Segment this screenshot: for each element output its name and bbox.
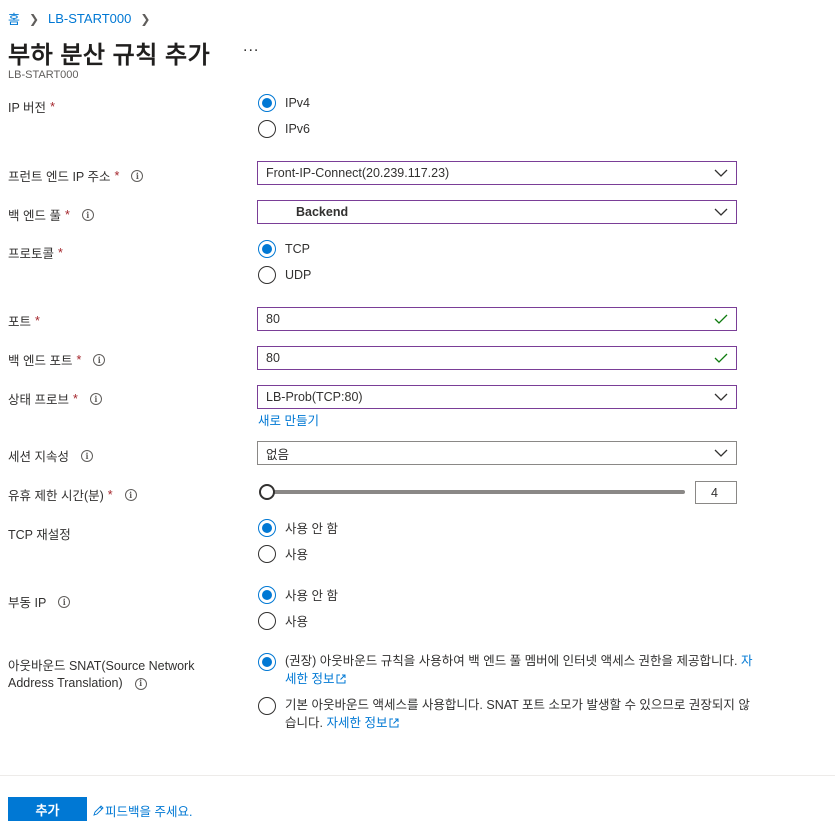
- backend-port-input[interactable]: 80: [257, 346, 737, 370]
- idle-timeout-label: 유휴 제한 시간(분) * i: [8, 485, 137, 504]
- outbound-snat-default-radio[interactable]: 기본 아웃바운드 액세스를 사용합니다. SNAT 포트 소모가 발생할 수 있…: [258, 696, 757, 732]
- radio-unselected-icon: [258, 544, 276, 563]
- session-persistence-label: 세션 지속성 i: [8, 446, 93, 465]
- protocol-udp-radio[interactable]: UDP: [258, 266, 311, 284]
- radio-unselected-icon: [258, 611, 276, 630]
- radio-unselected-icon: [258, 120, 276, 138]
- radio-selected-icon: [258, 585, 276, 604]
- slider-track: [263, 490, 685, 494]
- chevron-right-icon: ❯: [28, 11, 40, 26]
- chevron-down-icon: [714, 449, 728, 457]
- outbound-snat-label: 아웃바운드 SNAT(Source Network Address Transl…: [8, 659, 195, 690]
- radio-selected-icon: [258, 94, 276, 112]
- info-icon[interactable]: i: [93, 353, 106, 366]
- outbound-snat-recommended-radio[interactable]: (권장) 아웃바운드 규칙을 사용하여 백 엔드 풀 멤버에 인터넷 액세스 권…: [258, 652, 757, 688]
- info-icon[interactable]: i: [131, 169, 144, 182]
- breadcrumb-resource[interactable]: LB-START000: [48, 11, 131, 26]
- add-button[interactable]: 추가: [8, 797, 87, 821]
- radio-unselected-icon: [258, 697, 276, 715]
- slider-thumb[interactable]: [259, 484, 275, 500]
- frontend-ip-dropdown[interactable]: Front-IP-Connect(20.239.117.23): [257, 161, 737, 185]
- radio-unselected-icon: [258, 266, 276, 284]
- floating-ip-disabled-radio[interactable]: 사용 안 함: [258, 585, 338, 604]
- info-icon[interactable]: i: [124, 488, 137, 501]
- more-options-button[interactable]: ...: [243, 38, 259, 56]
- idle-timeout-input[interactable]: 4: [695, 481, 737, 504]
- info-icon[interactable]: i: [80, 449, 93, 462]
- info-icon[interactable]: i: [134, 677, 147, 690]
- info-icon[interactable]: i: [58, 595, 71, 608]
- radio-selected-icon: [258, 518, 276, 537]
- info-icon[interactable]: i: [89, 392, 102, 405]
- feedback-link[interactable]: 피드백을 주세요.: [92, 801, 192, 820]
- backend-port-label: 백 엔드 포트 * i: [8, 350, 106, 369]
- tcp-reset-disabled-radio[interactable]: 사용 안 함: [258, 518, 338, 537]
- info-icon[interactable]: i: [81, 208, 94, 221]
- protocol-label: 프로토콜 *: [8, 245, 63, 262]
- ip-version-label: IP 버전 *: [8, 99, 55, 116]
- chevron-down-icon: [714, 169, 728, 177]
- tcp-reset-enabled-radio[interactable]: 사용: [258, 544, 308, 563]
- floating-ip-label: 부동 IP i: [8, 592, 71, 611]
- idle-timeout-slider[interactable]: [259, 484, 685, 500]
- ip-version-ipv4-radio[interactable]: IPv4: [258, 94, 310, 112]
- checkmark-icon: [714, 314, 728, 324]
- floating-ip-enabled-radio[interactable]: 사용: [258, 611, 308, 630]
- session-persistence-dropdown[interactable]: 없음: [257, 441, 737, 465]
- chevron-down-icon: [714, 208, 728, 216]
- external-link-icon: [336, 674, 346, 684]
- backend-pool-dropdown[interactable]: Backend: [257, 200, 737, 224]
- learn-more-link[interactable]: 자세한 정보: [326, 716, 387, 730]
- port-label: 포트 *: [8, 313, 40, 330]
- checkmark-icon: [714, 353, 728, 363]
- footer-divider: [0, 775, 835, 776]
- page-title: 부하 분산 규칙 추가: [8, 42, 211, 69]
- port-input[interactable]: 80: [257, 307, 737, 331]
- page-subtitle: LB-START000: [8, 69, 79, 81]
- ip-version-ipv6-radio[interactable]: IPv6: [258, 120, 310, 138]
- health-probe-label: 상태 프로브 * i: [8, 389, 102, 408]
- backend-pool-label: 백 엔드 풀 * i: [8, 205, 94, 224]
- radio-selected-icon: [258, 653, 276, 671]
- chevron-down-icon: [714, 393, 728, 401]
- create-new-probe-link[interactable]: 새로 만들기: [258, 410, 319, 429]
- protocol-tcp-radio[interactable]: TCP: [258, 240, 310, 258]
- breadcrumb-home[interactable]: 홈: [8, 9, 20, 28]
- tcp-reset-label: TCP 재설정: [8, 528, 71, 542]
- breadcrumb: 홈 ❯ LB-START000 ❯: [8, 9, 159, 28]
- radio-selected-icon: [258, 240, 276, 258]
- external-link-icon: [389, 718, 399, 728]
- health-probe-dropdown[interactable]: LB-Prob(TCP:80): [257, 385, 737, 409]
- feedback-icon: [93, 804, 104, 816]
- frontend-ip-label: 프런트 엔드 IP 주소 * i: [8, 166, 144, 185]
- chevron-right-icon: ❯: [140, 11, 151, 26]
